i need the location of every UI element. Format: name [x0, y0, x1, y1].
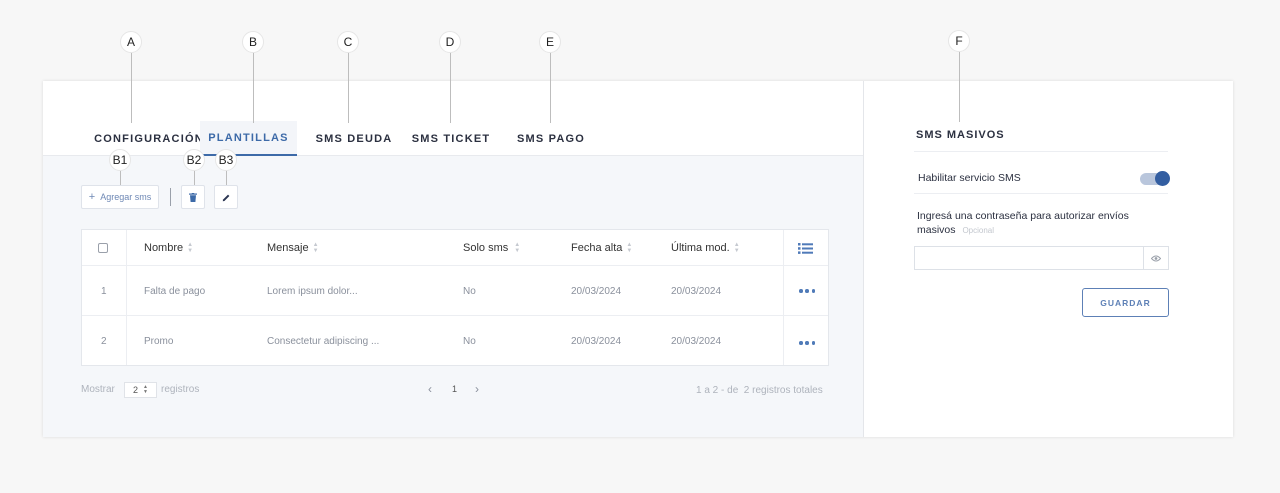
optional-label: Opcional [962, 226, 995, 235]
column-settings-button[interactable] [798, 230, 813, 266]
cell-solo-sms: No [463, 285, 476, 297]
sort-icon: ▲ ▼ [626, 242, 633, 254]
templates-table: Nombre ▲ ▼ Mensaje ▲ ▼ Solo sms ▲ ▼ Fecha a… [81, 229, 829, 366]
header-label: Última mod. [671, 242, 730, 254]
table-row[interactable]: 1 Falta de pago Lorem ipsum dolor... No … [82, 265, 828, 315]
cell-mensaje: Consectetur adipiscing ... [267, 335, 380, 347]
row-menu-icon[interactable] [799, 341, 815, 345]
cell-mensaje: Lorem ipsum dolor... [267, 285, 358, 297]
toggle-knob [1155, 171, 1170, 186]
enable-sms-label: Habilitar servicio SMS [918, 172, 1021, 184]
cell-ultima-mod: 20/03/2024 [671, 285, 722, 297]
trash-icon [189, 192, 197, 202]
password-label: Ingresá una contraseña para autorizar en… [917, 209, 1147, 238]
templates-panel: CONFIGURACIÓN PLANTILLAS SMS DEUDA SMS T… [43, 81, 863, 437]
show-password-button[interactable] [1143, 247, 1168, 269]
sort-icon: ▲ ▼ [312, 242, 319, 254]
page-size-stepper[interactable]: 2 ▲ ▼ [124, 382, 157, 398]
next-page-icon[interactable]: › [475, 382, 479, 396]
tab-bar: CONFIGURACIÓN PLANTILLAS SMS DEUDA SMS T… [43, 81, 863, 156]
cell-nombre: Promo [144, 335, 174, 347]
section-divider [914, 193, 1168, 194]
cell-fecha-alta: 20/03/2024 [571, 285, 622, 297]
templates-content: + Agregar sms Nombre ▲ ▼ Mensaje ▲ ▼ Sol… [43, 156, 863, 437]
save-button[interactable]: GUARDAR [1082, 288, 1169, 317]
tab-sms-pago[interactable]: SMS PAGO [508, 121, 594, 156]
sms-masivos-title: SMS MASIVOS [916, 129, 1005, 141]
callout-b1: B1 [109, 149, 131, 171]
callout-line [450, 53, 451, 123]
cell-solo-sms: No [463, 335, 476, 347]
current-page[interactable]: 1 [452, 384, 457, 394]
password-input[interactable] [914, 246, 1169, 270]
cell-nombre: Falta de pago [144, 285, 206, 297]
callout-d: D [439, 31, 461, 53]
header-nombre[interactable]: Nombre ▲ ▼ [144, 230, 193, 266]
header-ultima-mod[interactable]: Última mod. ▲ ▼ [671, 230, 740, 266]
callout-line [253, 53, 254, 123]
records-summary: 1 a 2 - de 2 registros totales [696, 385, 823, 396]
header-label: Mensaje [267, 242, 309, 254]
tab-sms-deuda[interactable]: SMS DEUDA [309, 121, 399, 156]
edit-button[interactable] [214, 185, 238, 209]
delete-button[interactable] [181, 185, 205, 209]
add-sms-label: Agregar sms [100, 192, 152, 202]
password-label-text: Ingresá una contraseña para autorizar en… [917, 210, 1129, 236]
callout-c: C [337, 31, 359, 53]
section-divider [914, 151, 1168, 152]
show-label: Mostrar [81, 384, 115, 395]
callout-e: E [539, 31, 561, 53]
sort-icon: ▲ ▼ [514, 242, 521, 254]
tab-plantillas[interactable]: PLANTILLAS [200, 121, 297, 156]
callout-f: F [948, 30, 970, 52]
header-solo-sms[interactable]: Solo sms ▲ ▼ [463, 230, 520, 266]
list-icon [798, 242, 813, 254]
pencil-icon [222, 194, 229, 201]
plus-icon: + [88, 191, 96, 203]
header-mensaje[interactable]: Mensaje ▲ ▼ [267, 230, 319, 266]
records-label: registros [161, 384, 200, 395]
callout-line [550, 53, 551, 123]
stepper-arrows-icon: ▲ ▼ [143, 384, 148, 395]
sms-masivos-panel: SMS MASIVOS Habilitar servicio SMS Ingre… [864, 81, 1233, 437]
tab-sms-ticket[interactable]: SMS TICKET [407, 121, 495, 156]
page-size-value: 2 [133, 385, 139, 395]
header-label: Solo sms [463, 242, 509, 254]
enable-sms-toggle[interactable] [1140, 171, 1170, 186]
cell-fecha-alta: 20/03/2024 [571, 335, 622, 347]
header-label: Fecha alta [571, 242, 623, 254]
select-all-checkbox[interactable] [98, 230, 108, 266]
callout-line [226, 171, 227, 185]
row-index: 2 [101, 335, 107, 347]
callout-b3: B3 [215, 149, 237, 171]
add-sms-button[interactable]: + Agregar sms [81, 185, 159, 209]
callout-b2: B2 [183, 149, 205, 171]
callout-b: B [242, 31, 264, 53]
toolbar-separator [170, 188, 171, 206]
prev-page-icon[interactable]: ‹ [428, 382, 432, 396]
callout-line [131, 53, 132, 123]
row-index: 1 [101, 285, 107, 297]
callout-line [348, 53, 349, 123]
row-menu-icon[interactable] [799, 289, 815, 293]
cell-ultima-mod: 20/03/2024 [671, 335, 722, 347]
eye-icon [1151, 255, 1161, 261]
callout-line [959, 52, 960, 122]
header-label: Nombre [144, 242, 184, 254]
sort-icon: ▲ ▼ [187, 242, 194, 254]
table-row[interactable]: 2 Promo Consectetur adipiscing ... No 20… [82, 315, 828, 365]
callout-a: A [120, 31, 142, 53]
settings-card: CONFIGURACIÓN PLANTILLAS SMS DEUDA SMS T… [43, 81, 1233, 437]
sort-icon: ▲ ▼ [733, 242, 740, 254]
header-fecha-alta[interactable]: Fecha alta ▲ ▼ [571, 230, 632, 266]
callout-line [120, 171, 121, 185]
callout-line [194, 171, 195, 185]
